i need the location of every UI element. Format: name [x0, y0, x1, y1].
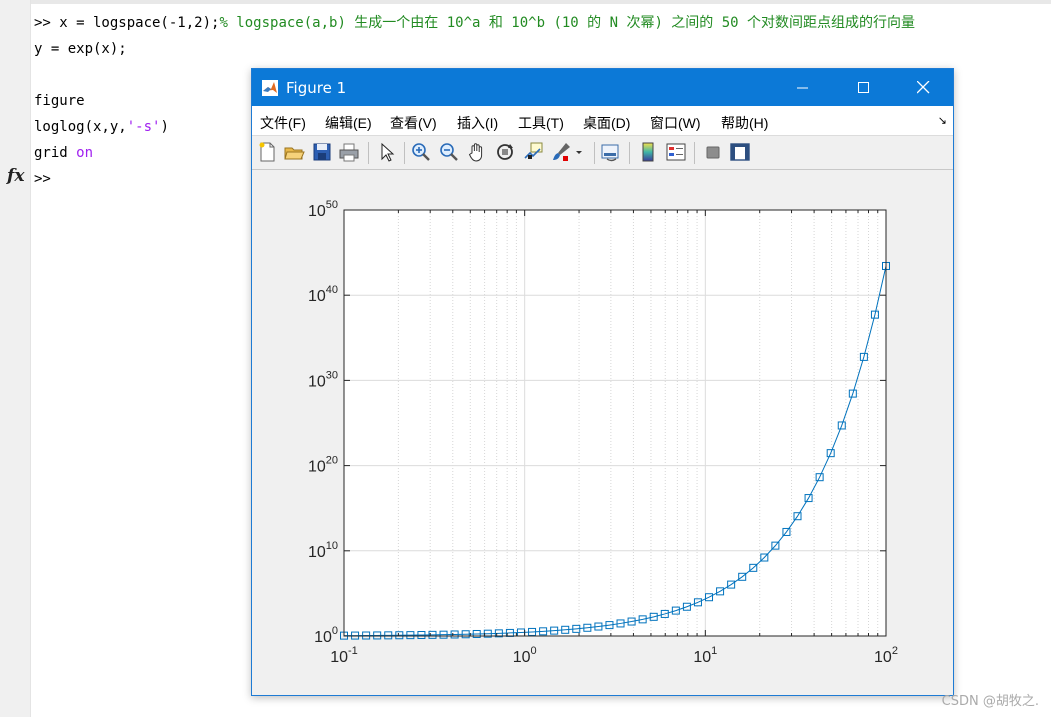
tick-label-exponent: 20	[326, 455, 338, 467]
menu-edit[interactable]: 编辑(E)	[325, 113, 372, 133]
tick-label-exponent: -1	[348, 645, 358, 657]
menu-view[interactable]: 查看(V)	[390, 113, 437, 133]
tick-label-base: 10	[308, 544, 326, 561]
select-pointer-icon[interactable]	[376, 141, 398, 163]
tick-label-base: 10	[330, 649, 348, 666]
toolbar-separator	[368, 142, 369, 164]
tick-label-exponent: 50	[326, 199, 338, 211]
data-cursor-icon[interactable]	[522, 141, 544, 163]
toolbar-separator	[594, 142, 595, 164]
figure-titlebar[interactable]: Figure 1	[252, 69, 953, 106]
tick-label-base: 10	[308, 459, 326, 476]
watermark: CSDN @胡牧之.	[941, 694, 1039, 709]
command-line-1: >> x = logspace(-1,2);% logspace(a,b) 生成…	[34, 15, 916, 31]
x-tick-labels: 10-1 100 101 102	[330, 645, 898, 666]
show-plot-tools-icon[interactable]	[729, 141, 751, 163]
command-line-2: y = exp(x);	[34, 41, 127, 57]
tick-label-base: 10	[308, 288, 326, 305]
tick-label-exponent: 1	[711, 645, 717, 657]
x-tick-label: 101	[693, 645, 717, 666]
y-tick-label: 100	[314, 625, 338, 646]
figure-window: Figure 1 文件(F) 编辑(E) 查看(V) 插入(I) 工具(T) 桌…	[251, 68, 954, 696]
tick-label-base: 10	[308, 203, 326, 220]
pan-hand-icon[interactable]	[466, 141, 488, 163]
link-plot-icon[interactable]	[600, 141, 622, 163]
y-tick-label: 1020	[308, 455, 338, 476]
x-tick-label: 100	[513, 645, 537, 666]
zoom-in-icon[interactable]	[410, 141, 432, 163]
tick-label-exponent: 2	[892, 645, 898, 657]
menu-insert[interactable]: 插入(I)	[457, 113, 498, 133]
x-tick-label: 102	[874, 645, 898, 666]
y-tick-label: 1050	[308, 199, 338, 220]
plot-area[interactable]: 10-1 100 101 102 100 1010 1020 1030 1040 1050	[252, 170, 953, 695]
axes-background	[344, 210, 886, 636]
y-tick-label: 1010	[308, 540, 338, 561]
menu-tools[interactable]: 工具(T)	[518, 113, 564, 133]
tick-label-base: 10	[874, 649, 892, 666]
minimize-icon	[797, 87, 808, 88]
menu-help[interactable]: 帮助(H)	[721, 113, 768, 133]
zoom-out-icon[interactable]	[438, 141, 460, 163]
brush-icon[interactable]	[550, 141, 572, 163]
tick-label-base: 10	[693, 649, 711, 666]
x-tick-label: 10-1	[330, 645, 358, 666]
menu-desktop[interactable]: 桌面(D)	[583, 113, 630, 133]
tick-label-exponent: 0	[332, 625, 338, 637]
save-icon[interactable]	[311, 141, 333, 163]
toolbar-separator	[404, 142, 405, 164]
tick-label-exponent: 30	[326, 369, 338, 381]
tick-label-base: 10	[513, 649, 531, 666]
maximize-button[interactable]	[837, 69, 891, 106]
chevron-down-icon[interactable]	[574, 141, 584, 163]
minimize-button[interactable]	[776, 69, 830, 106]
loglog-chart[interactable]: 10-1 100 101 102 10010101020103010401050	[252, 170, 953, 695]
new-figure-icon[interactable]	[256, 141, 278, 163]
tick-label-exponent: 0	[531, 645, 537, 657]
toolbar-separator	[694, 142, 695, 164]
legend-icon[interactable]	[665, 141, 687, 163]
tick-label-exponent: 10	[326, 540, 338, 552]
close-icon	[916, 81, 929, 94]
tick-label-exponent: 40	[326, 284, 338, 296]
open-file-icon[interactable]	[283, 141, 305, 163]
menu-window[interactable]: 窗口(W)	[650, 113, 701, 133]
command-window-gutter	[0, 0, 31, 717]
y-tick-labels: 10010101020103010401050	[308, 199, 338, 646]
y-tick-label: 1040	[308, 284, 338, 305]
y-tick-label: 1030	[308, 369, 338, 390]
tick-label-base: 10	[308, 373, 326, 390]
print-icon[interactable]	[338, 141, 360, 163]
rotate-3d-icon[interactable]	[494, 141, 516, 163]
toolbar-separator	[629, 142, 630, 164]
close-button[interactable]	[896, 69, 950, 106]
code-string: '-s'	[126, 119, 161, 135]
dock-arrow-icon[interactable]: ↘	[938, 114, 947, 127]
matlab-logo-icon	[262, 80, 278, 96]
figure-title: Figure 1	[286, 79, 347, 97]
tick-label-base: 10	[314, 629, 332, 646]
code-keyword: on	[76, 145, 94, 161]
figure-toolbar	[252, 136, 953, 170]
menu-file[interactable]: 文件(F)	[260, 113, 306, 133]
hide-plot-tools-icon[interactable]	[702, 141, 724, 163]
function-browser-icon[interactable]: fx	[7, 166, 24, 186]
maximize-icon	[858, 81, 869, 93]
code-comment: % logspace(a,b) 生成一个由在 10^a 和 10^b (10 的…	[219, 15, 916, 31]
command-window-top-border	[0, 0, 1051, 4]
colorbar-icon[interactable]	[637, 141, 659, 163]
figure-menubar: 文件(F) 编辑(E) 查看(V) 插入(I) 工具(T) 桌面(D) 窗口(W…	[252, 106, 953, 136]
